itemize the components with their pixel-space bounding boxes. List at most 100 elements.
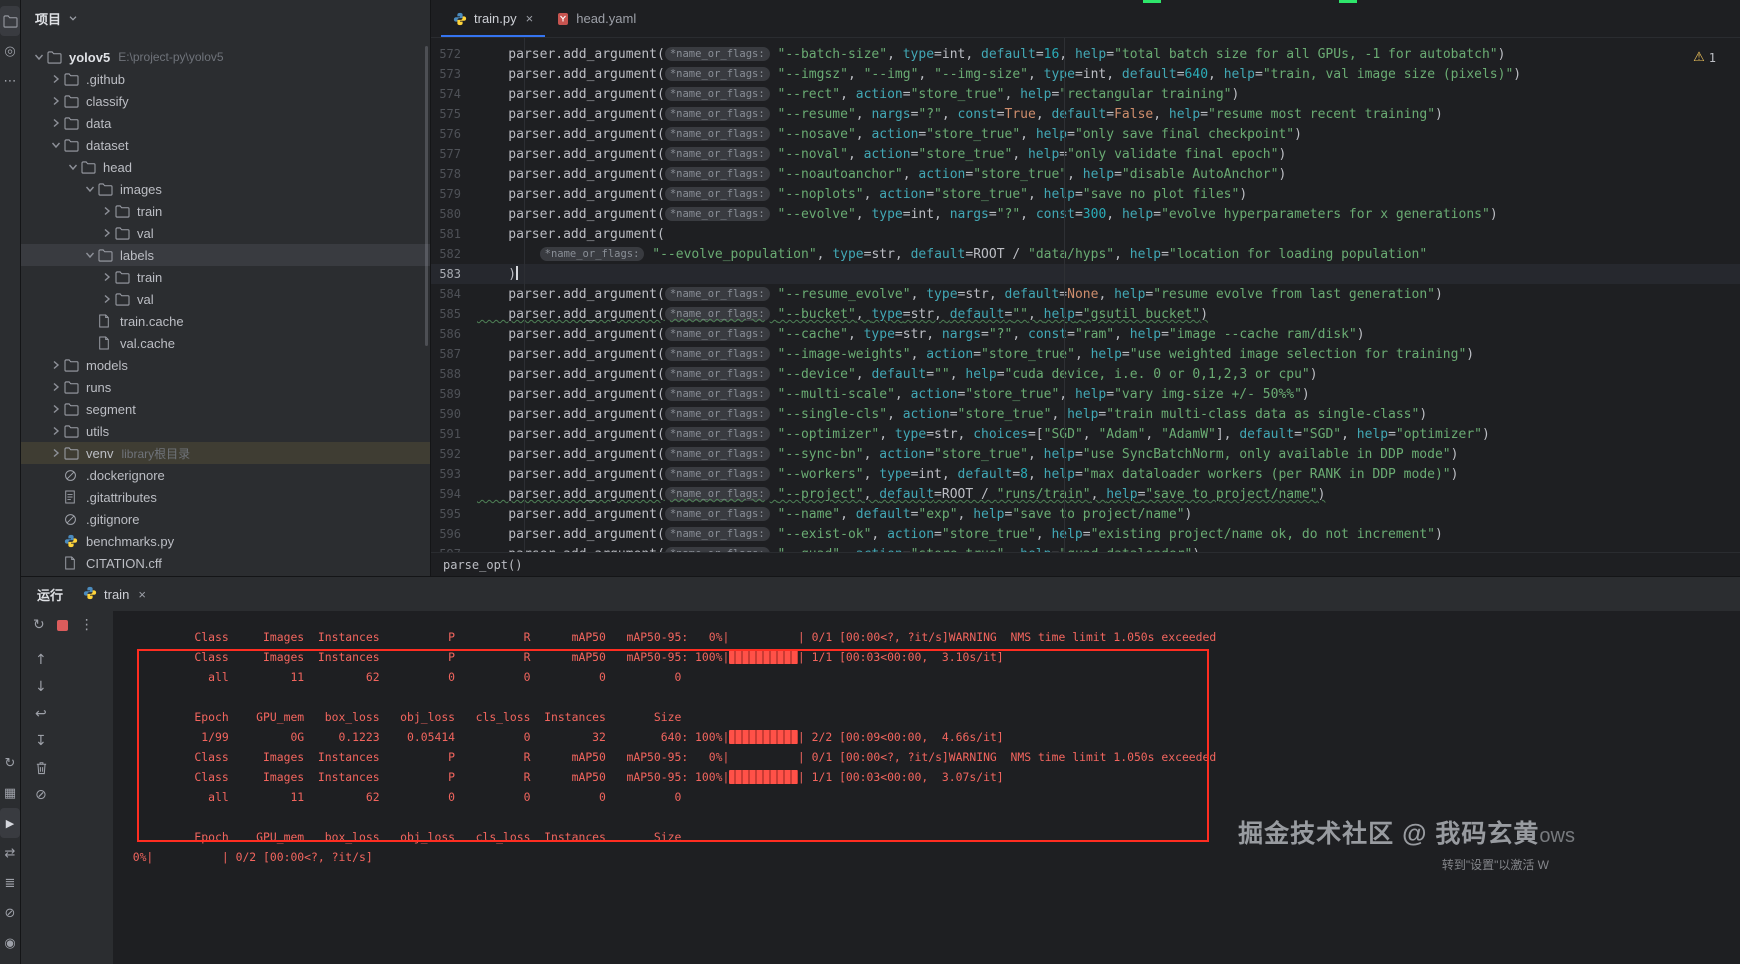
code-line-586[interactable]: 586 parser.add_argument(*name_or_flags: …: [431, 324, 1740, 344]
tree-item-data[interactable]: data: [21, 112, 430, 134]
notifications-tool-icon[interactable]: ◉: [0, 928, 20, 958]
tree-item-runs[interactable]: runs: [21, 376, 430, 398]
services-tool-icon[interactable]: ⇄: [0, 838, 20, 868]
code-line-583[interactable]: 583 ): [431, 264, 1740, 284]
chevron-right-icon[interactable]: [48, 402, 64, 416]
tab-train.py[interactable]: train.py ×: [441, 0, 546, 37]
tree-item-yolov5[interactable]: yolov5 E:\project-py\yolov5: [21, 46, 430, 68]
chevron-right-icon[interactable]: [99, 270, 115, 284]
code-line-596[interactable]: 596 parser.add_argument(*name_or_flags: …: [431, 524, 1740, 544]
code-line-580[interactable]: 580 parser.add_argument(*name_or_flags: …: [431, 204, 1740, 224]
run-tool-icon[interactable]: ▶: [0, 808, 20, 838]
tree-item-benchmarks.py[interactable]: benchmarks.py: [21, 530, 430, 552]
code-line-594[interactable]: 594 parser.add_argument(*name_or_flags: …: [431, 484, 1740, 504]
code-line-587[interactable]: 587 parser.add_argument(*name_or_flags: …: [431, 344, 1740, 364]
sync-tool-icon[interactable]: ↻: [0, 748, 20, 778]
tree-item-val.cache[interactable]: val.cache: [21, 332, 430, 354]
tree-item-.gitignore[interactable]: .gitignore: [21, 508, 430, 530]
problems-tool-icon[interactable]: ⊘: [0, 898, 20, 928]
tree-item-utils[interactable]: utils: [21, 420, 430, 442]
code-line-591[interactable]: 591 parser.add_argument(*name_or_flags: …: [431, 424, 1740, 444]
code-line-584[interactable]: 584 parser.add_argument(*name_or_flags: …: [431, 284, 1740, 304]
chevron-right-icon[interactable]: [48, 72, 64, 86]
stop-button[interactable]: [56, 619, 68, 631]
code-line-593[interactable]: 593 parser.add_argument(*name_or_flags: …: [431, 464, 1740, 484]
tree-item-train[interactable]: train: [21, 266, 430, 288]
chevron-right-icon[interactable]: [99, 226, 115, 240]
folder-icon: [115, 226, 137, 240]
breadcrumb-function[interactable]: parse_opt(): [443, 558, 522, 572]
code-line-585[interactable]: 585 parser.add_argument(*name_or_flags: …: [431, 304, 1740, 324]
commit-tool-icon[interactable]: ◎: [0, 36, 20, 66]
code-line-589[interactable]: 589 parser.add_argument(*name_or_flags: …: [431, 384, 1740, 404]
more-options-button[interactable]: ⋮: [80, 617, 94, 633]
chevron-right-icon[interactable]: [48, 94, 64, 108]
code-line-588[interactable]: 588 parser.add_argument(*name_or_flags: …: [431, 364, 1740, 384]
tree-item-dataset[interactable]: dataset: [21, 134, 430, 156]
chevron-right-icon[interactable]: [48, 446, 64, 460]
chevron-down-icon[interactable]: [48, 138, 64, 152]
tree-item-labels[interactable]: labels: [21, 244, 430, 266]
chevron-right-icon[interactable]: [48, 424, 64, 438]
code-line-581[interactable]: 581 parser.add_argument(: [431, 224, 1740, 244]
code-line-590[interactable]: 590 parser.add_argument(*name_or_flags: …: [431, 404, 1740, 424]
project-tool-icon[interactable]: [0, 6, 20, 36]
todo-tool-icon[interactable]: ≣: [0, 868, 20, 898]
chevron-right-icon[interactable]: [48, 116, 64, 130]
code-line-574[interactable]: 574 parser.add_argument(*name_or_flags: …: [431, 84, 1740, 104]
inspection-widget[interactable]: ⚠ 1: [1693, 48, 1716, 68]
tree-item-CITATION.cff[interactable]: CITATION.cff: [21, 552, 430, 574]
tree-item-train[interactable]: train: [21, 200, 430, 222]
code-editor[interactable]: 572 parser.add_argument(*name_or_flags: …: [431, 38, 1740, 552]
chevron-down-icon[interactable]: [31, 50, 47, 64]
run-console[interactable]: Class Images Instances P R mAP50 mAP50-9…: [113, 611, 1740, 964]
chevron-down-icon[interactable]: [82, 248, 98, 262]
project-panel-header[interactable]: 项目: [21, 0, 430, 36]
tree-item-val[interactable]: val: [21, 222, 430, 244]
code-line-578[interactable]: 578 parser.add_argument(*name_or_flags: …: [431, 164, 1740, 184]
chevron-right-icon[interactable]: [99, 292, 115, 306]
code-line-597[interactable]: 597 parser.add_argument(*name_or_flags: …: [431, 544, 1740, 552]
tree-item-.github[interactable]: .github: [21, 68, 430, 90]
up-stack-button[interactable]: ↑: [35, 649, 61, 671]
mute-output-button[interactable]: ⊘: [35, 784, 61, 806]
project-scrollbar[interactable]: [425, 46, 428, 346]
more-tools-icon[interactable]: ⋯: [0, 66, 20, 96]
code-line-582[interactable]: 582 *name_or_flags: "--evolve_population…: [431, 244, 1740, 264]
tree-item-segment[interactable]: segment: [21, 398, 430, 420]
soft-wrap-button[interactable]: ↩: [35, 703, 61, 725]
tab-head.yaml[interactable]: head.yaml: [545, 0, 648, 37]
tree-item-head[interactable]: head: [21, 156, 430, 178]
chevron-down-icon[interactable]: [67, 12, 79, 24]
chevron-right-icon[interactable]: [48, 380, 64, 394]
tree-item-.gitattributes[interactable]: .gitattributes: [21, 486, 430, 508]
code-line-575[interactable]: 575 parser.add_argument(*name_or_flags: …: [431, 104, 1740, 124]
clear-console-button[interactable]: [35, 757, 61, 779]
down-stack-button[interactable]: ↓: [35, 676, 61, 698]
run-tab-train[interactable]: train ×: [83, 586, 146, 603]
close-icon[interactable]: ×: [138, 587, 146, 602]
tree-item-train.cache[interactable]: train.cache: [21, 310, 430, 332]
tree-item-images[interactable]: images: [21, 178, 430, 200]
tree-item-val[interactable]: val: [21, 288, 430, 310]
code-line-576[interactable]: 576 parser.add_argument(*name_or_flags: …: [431, 124, 1740, 144]
chevron-right-icon[interactable]: [48, 358, 64, 372]
chevron-down-icon[interactable]: [82, 182, 98, 196]
scroll-end-button[interactable]: ↧: [35, 730, 61, 752]
tree-item-models[interactable]: models: [21, 354, 430, 376]
tree-item-classify[interactable]: classify: [21, 90, 430, 112]
code-line-595[interactable]: 595 parser.add_argument(*name_or_flags: …: [431, 504, 1740, 524]
close-icon[interactable]: ×: [526, 11, 534, 26]
code-line-592[interactable]: 592 parser.add_argument(*name_or_flags: …: [431, 444, 1740, 464]
tree-item-.dockerignore[interactable]: .dockerignore: [21, 464, 430, 486]
chevron-right-icon[interactable]: [99, 204, 115, 218]
rerun-button[interactable]: ↻: [33, 617, 45, 633]
structure-tool-icon[interactable]: ▦: [0, 778, 20, 808]
code-line-579[interactable]: 579 parser.add_argument(*name_or_flags: …: [431, 184, 1740, 204]
breadcrumb[interactable]: parse_opt(): [431, 552, 1740, 576]
chevron-down-icon[interactable]: [65, 160, 81, 174]
code-line-577[interactable]: 577 parser.add_argument(*name_or_flags: …: [431, 144, 1740, 164]
tree-item-venv[interactable]: venv library根目录: [21, 442, 430, 464]
code-line-572[interactable]: 572 parser.add_argument(*name_or_flags: …: [431, 44, 1740, 64]
code-line-573[interactable]: 573 parser.add_argument(*name_or_flags: …: [431, 64, 1740, 84]
